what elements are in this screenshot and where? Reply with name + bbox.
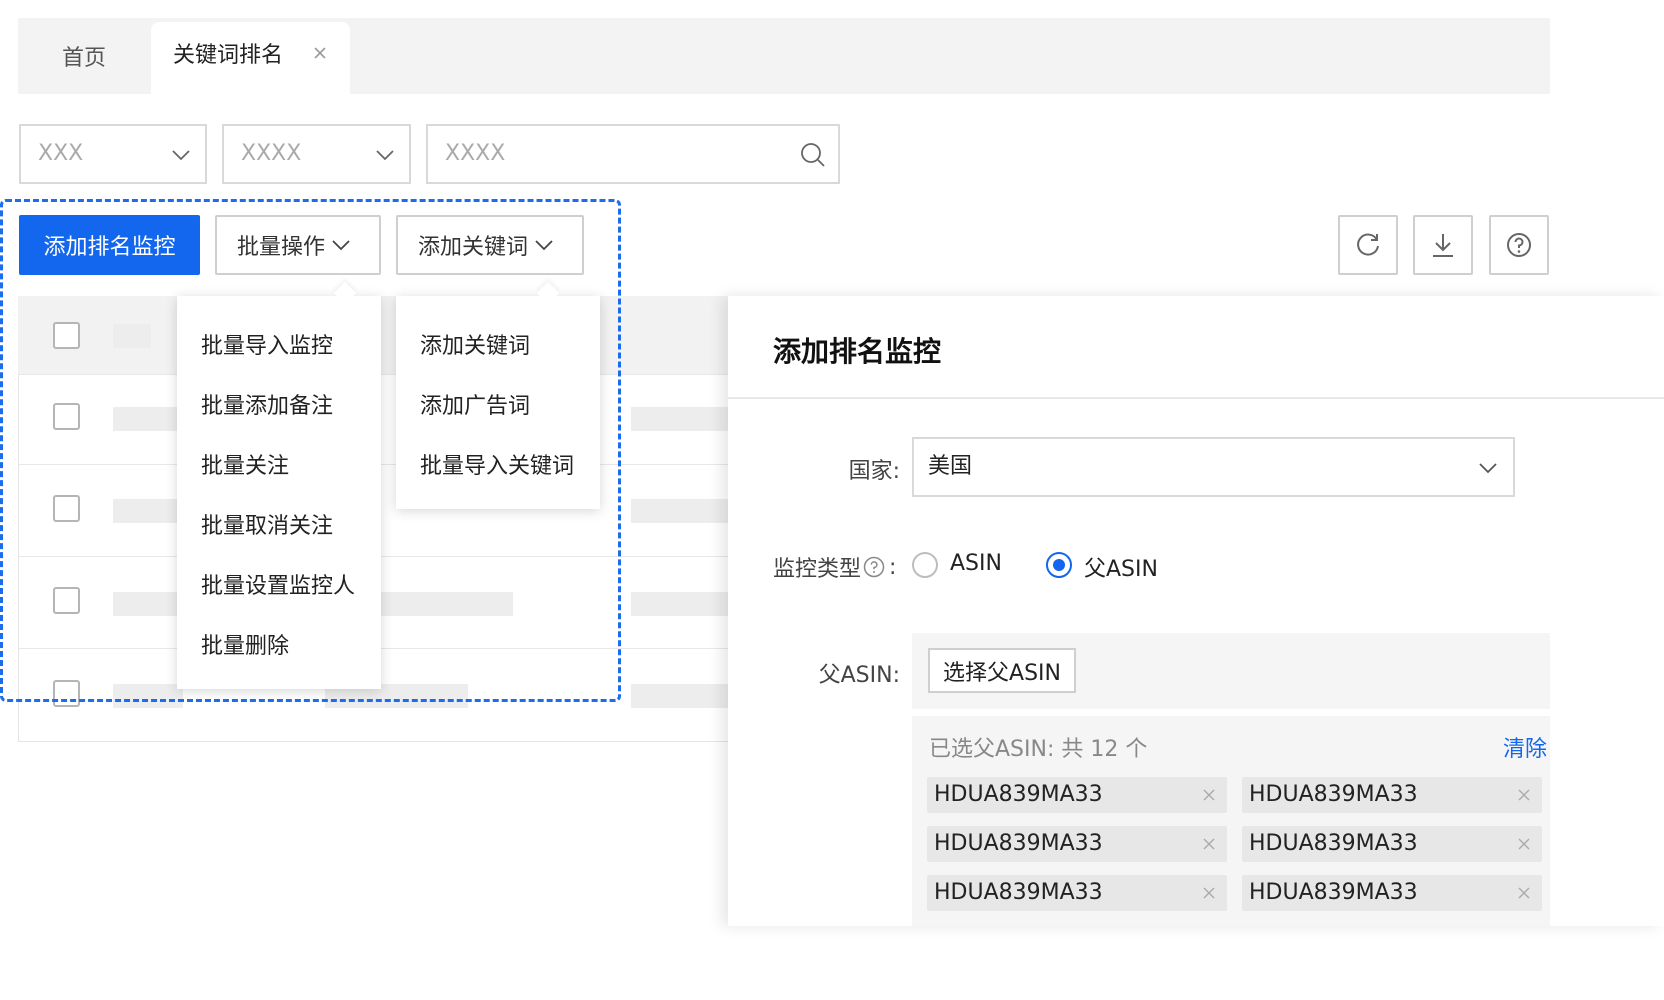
radio-parent-asin[interactable] [1046,552,1072,578]
tab-label: 关键词排名 [173,43,284,68]
row-checkbox[interactable] [53,403,80,430]
asin-tag-label: HDUA839MA33 [934,831,1103,856]
clear-link[interactable]: 清除 [1503,731,1547,763]
radio-asin-label[interactable]: ASIN [950,551,1002,576]
search-placeholder: XXXX [445,141,506,166]
close-icon[interactable] [1203,887,1215,899]
close-icon[interactable] [1518,789,1530,801]
country-value: 美国 [928,454,973,479]
search-icon[interactable] [800,142,826,168]
menu-item-batch-add-note[interactable]: 批量添加备注 [201,388,333,420]
select-value: XXXX [241,141,302,166]
refresh-button[interactable] [1338,215,1398,275]
add-rank-monitor-button[interactable]: 添加排名监控 [19,215,200,275]
button-label: 添加关键词 [418,235,529,260]
chevron-down-icon [375,145,395,165]
menu-item-batch-set-monitor[interactable]: 批量设置监控人 [201,568,355,600]
asin-tag-label: HDUA839MA33 [1249,831,1418,856]
asin-tag: HDUA839MA33 [927,826,1227,862]
asin-tag-label: HDUA839MA33 [1249,880,1418,905]
tab-keyword-ranking[interactable]: 关键词排名 [151,22,350,96]
chevron-down-icon [171,145,191,165]
download-button[interactable] [1413,215,1473,275]
asin-tag-label: HDUA839MA33 [934,880,1103,905]
drawer-title: 添加排名监控 [773,335,942,368]
cell-placeholder [113,684,183,708]
monitor-type-label-group: 监控类型 : [773,551,896,583]
asin-tag: HDUA839MA33 [1242,777,1542,813]
row-checkbox[interactable] [53,680,80,707]
tab-home[interactable]: 首页 [18,18,150,94]
header-placeholder [113,324,151,348]
question-icon[interactable] [863,556,885,578]
help-icon [1505,231,1533,259]
asin-tag: HDUA839MA33 [1242,875,1542,911]
row-checkbox[interactable] [53,587,80,614]
country-label: 国家: [848,459,900,484]
close-icon[interactable] [1518,887,1530,899]
radio-asin[interactable] [912,552,938,578]
cell-placeholder [631,592,728,616]
filter-select-1[interactable]: XXX [19,124,207,184]
cell-placeholder [631,499,728,523]
cell-placeholder [631,407,728,431]
menu-item-add-keyword[interactable]: 添加关键词 [420,328,530,360]
cell-placeholder [113,499,183,523]
menu-item-batch-import-keywords[interactable]: 批量导入关键词 [420,448,574,480]
chevron-down-icon [1478,458,1498,478]
cell-placeholder [113,407,183,431]
select-parent-asin-button[interactable]: 选择父ASIN [928,648,1076,693]
select-all-checkbox[interactable] [53,322,80,349]
radio-parent-asin-label[interactable]: 父ASIN [1084,551,1158,583]
parent-asin-label: 父ASIN: [818,663,900,688]
add-keywords-menu: 添加关键词 添加广告词 批量导入关键词 [396,296,600,509]
menu-item-batch-follow[interactable]: 批量关注 [201,448,289,480]
menu-item-add-ad-keyword[interactable]: 添加广告词 [420,388,530,420]
cell-placeholder [113,592,183,616]
chevron-down-icon [325,235,351,255]
monitor-type-label: 监控类型 [773,557,862,582]
add-keywords-button[interactable]: 添加关键词 [396,215,584,275]
help-button[interactable] [1489,215,1549,275]
menu-item-batch-import-monitor[interactable]: 批量导入监控 [201,328,333,360]
menu-item-batch-unfollow[interactable]: 批量取消关注 [201,508,333,540]
asin-tag: HDUA839MA33 [927,875,1227,911]
batch-operations-button[interactable]: 批量操作 [215,215,381,275]
close-icon[interactable] [313,46,327,60]
monitor-type-colon: : [889,554,897,580]
search-input[interactable]: XXXX [426,124,840,184]
menu-item-batch-delete[interactable]: 批量删除 [201,628,289,660]
refresh-icon [1354,231,1382,259]
download-icon [1429,231,1457,259]
row-checkbox[interactable] [53,495,80,522]
batch-operations-menu: 批量导入监控 批量添加备注 批量关注 批量取消关注 批量设置监控人 批量删除 [177,296,381,689]
drawer-divider [728,397,1664,399]
close-icon[interactable] [1518,838,1530,850]
filter-select-2[interactable]: XXXX [222,124,411,184]
asin-tag: HDUA839MA33 [927,777,1227,813]
selected-summary: 已选父ASIN: 共 12 个 [929,737,1148,762]
asin-tag: HDUA839MA33 [1242,826,1542,862]
country-select[interactable]: 美国 [912,437,1515,497]
cell-placeholder [631,684,728,708]
select-value: XXX [38,141,84,166]
chevron-down-icon [528,235,554,255]
asin-tag-label: HDUA839MA33 [1249,782,1418,807]
cell-placeholder [380,592,513,616]
close-icon[interactable] [1203,789,1215,801]
close-icon[interactable] [1203,838,1215,850]
button-label: 批量操作 [237,235,326,260]
asin-tag-label: HDUA839MA33 [934,782,1103,807]
